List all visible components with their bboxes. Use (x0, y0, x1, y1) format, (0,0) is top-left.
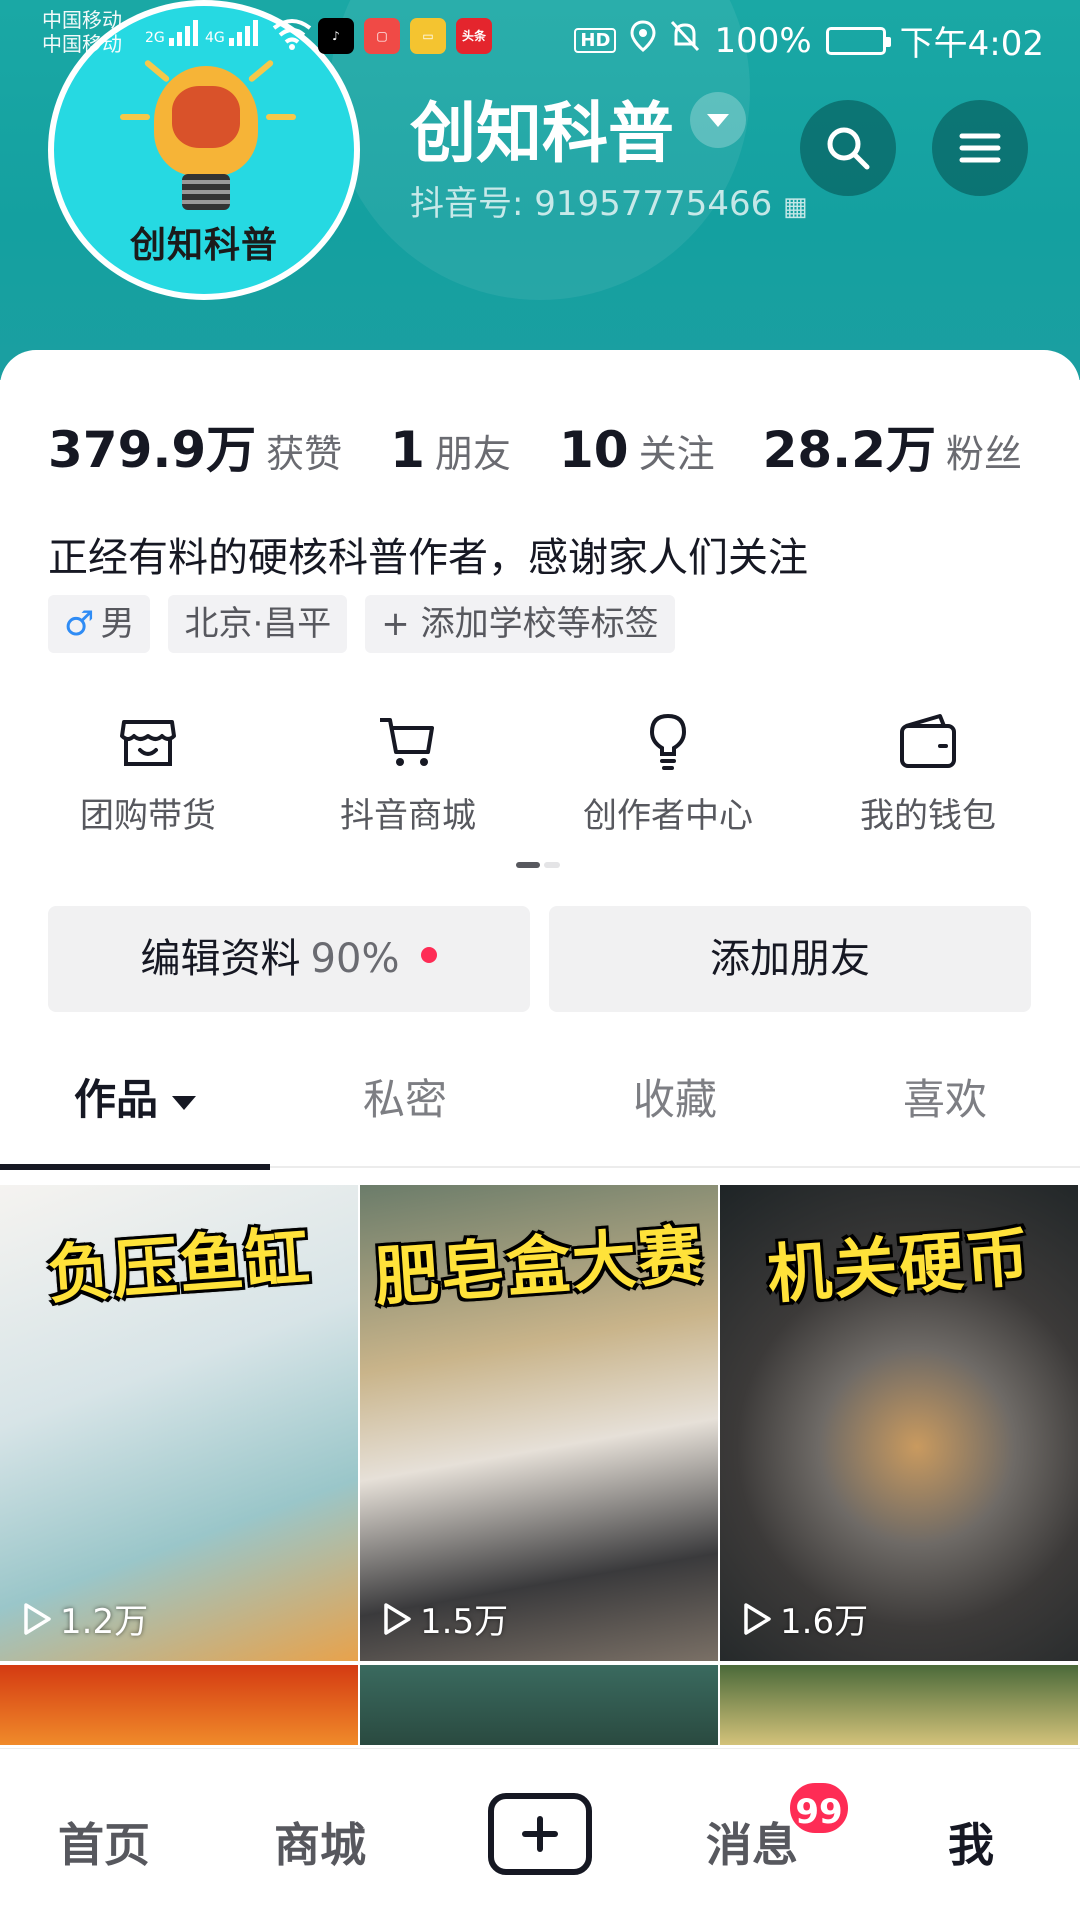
stats-row: 379.9万 获赞 1 朋友 10 关注 28.2万 粉丝 (48, 410, 1022, 482)
qr-code-icon[interactable]: ▦ (783, 192, 808, 222)
tab-likes[interactable]: 喜欢 (810, 1040, 1080, 1168)
vmall-icon: ▢ (364, 18, 400, 54)
carrier-labels: 中国移动 中国移动 (42, 8, 122, 56)
search-button[interactable] (800, 100, 896, 196)
status-right: HD 100% 下午4:02 (574, 16, 1044, 65)
page-indicator (516, 862, 564, 868)
friends-label[interactable]: 朋友 (435, 423, 511, 478)
gender-label: 男 (100, 604, 135, 644)
brain-icon (172, 86, 240, 148)
bottom-nav: 首页 商城 消息 99 我 (0, 1748, 1080, 1920)
play-icon (24, 1602, 51, 1635)
notification-dot (421, 947, 438, 963)
nav-mall[interactable]: 商城 (274, 1809, 366, 1875)
followers-count[interactable]: 28.2万 (763, 410, 936, 482)
account-switch-dropdown[interactable] (690, 92, 746, 148)
friends-count[interactable]: 1 (390, 421, 425, 479)
net-type-2: 4G (205, 30, 225, 46)
view-count: 1.6万 (742, 1594, 868, 1643)
view-count: 1.5万 (382, 1594, 508, 1643)
video-title: 机关硬币 (765, 1220, 1034, 1314)
male-icon: ♂ (64, 604, 95, 644)
nav-messages[interactable]: 消息 (706, 1809, 798, 1875)
status-bar: 中国移动 中国移动 2G 4G ♪ ▢ ▭ 头条 HD 100% 下午4:02 (0, 0, 1080, 78)
edit-profile-label: 编辑资料 (140, 936, 301, 982)
douyin-id[interactable]: 抖音号: 91957775466 ▦ (410, 176, 808, 225)
lightbulb-icon (649, 713, 687, 770)
clock: 下午4:02 (899, 24, 1044, 64)
toutiao-icon: 头条 (456, 18, 492, 54)
mute-icon (670, 20, 700, 61)
signal-icon: 2G (145, 20, 201, 46)
profile-name: 创知科普 (410, 95, 674, 172)
hd-icon: HD (574, 28, 617, 53)
video-thumbnail[interactable] (720, 1665, 1078, 1745)
search-icon (827, 127, 870, 170)
profile-completion: 90% (310, 936, 400, 982)
add-friend-button[interactable]: 添加朋友 (549, 906, 1031, 1012)
edit-profile-button[interactable]: 编辑资料 90% (48, 906, 530, 1012)
view-count-text: 1.5万 (420, 1602, 509, 1642)
storefront-icon (120, 720, 176, 766)
avatar-logo-text: 创知科普 (129, 225, 278, 266)
tiktok-icon: ♪ (318, 18, 354, 54)
following-count[interactable]: 10 (559, 421, 629, 479)
tab-private[interactable]: 私密 (270, 1040, 540, 1168)
likes-label[interactable]: 获赞 (266, 423, 342, 478)
quick-action-group-buy[interactable]: 团购带货 (18, 710, 278, 837)
battery-percent: 100% (714, 20, 812, 61)
play-icon (384, 1602, 411, 1635)
quick-action-wallet[interactable]: 我的钱包 (798, 710, 1058, 837)
files-icon: ▭ (410, 18, 446, 54)
hamburger-menu-icon (959, 133, 1001, 163)
video-thumbnail[interactable]: 负压鱼缸 1.2万 (0, 1185, 358, 1661)
location-icon (630, 20, 656, 61)
gender-tag[interactable]: ♂ 男 (48, 595, 151, 653)
location-tag[interactable]: 北京·昌平 (168, 595, 348, 653)
play-icon (744, 1602, 771, 1635)
video-grid: 负压鱼缸 1.2万 肥皂盒大赛 1.5万 机关硬币 1.6万 (0, 1185, 1080, 1745)
wallet-icon (900, 714, 956, 768)
wifi-icon (272, 18, 312, 58)
video-thumbnail[interactable] (360, 1665, 718, 1745)
net-type-1: 2G (145, 30, 165, 46)
video-title: 负压鱼缸 (45, 1220, 314, 1314)
quick-action-label: 我的钱包 (860, 796, 996, 836)
profile-tags: ♂ 男 北京·昌平 + 添加学校等标签 (48, 595, 675, 653)
video-title: 肥皂盒大赛 (372, 1218, 707, 1316)
quick-actions: 团购带货 抖音商城 创作者中心 我的钱包 (0, 710, 1080, 840)
quick-action-label: 创作者中心 (583, 796, 753, 836)
video-thumbnail[interactable]: 肥皂盒大赛 1.5万 (360, 1185, 718, 1661)
quick-action-label: 团购带货 (80, 796, 216, 836)
quick-action-label: 抖音商城 (340, 796, 476, 836)
view-count: 1.2万 (22, 1594, 148, 1643)
video-thumbnail[interactable] (0, 1665, 358, 1745)
likes-count[interactable]: 379.9万 (48, 410, 256, 482)
nav-home[interactable]: 首页 (58, 1809, 150, 1875)
nav-me[interactable]: 我 (948, 1809, 994, 1875)
quick-action-creator-center[interactable]: 创作者中心 (538, 710, 798, 837)
douyin-id-text: 抖音号: 91957775466 (410, 184, 773, 224)
chevron-down-icon (172, 1095, 196, 1110)
video-thumbnail[interactable]: 机关硬币 1.6万 (720, 1185, 1078, 1661)
carrier-1: 中国移动 (42, 8, 122, 32)
messages-badge: 99 (786, 1779, 852, 1837)
add-tag-button[interactable]: + 添加学校等标签 (365, 595, 675, 653)
profile-bio[interactable]: 正经有料的硬核科普作者，感谢家人们关注 (48, 525, 808, 583)
signal-icon-2: 4G (205, 20, 261, 46)
view-count-text: 1.6万 (780, 1602, 869, 1642)
quick-action-mall[interactable]: 抖音商城 (278, 710, 538, 837)
menu-button[interactable] (932, 100, 1028, 196)
following-label[interactable]: 关注 (639, 423, 715, 478)
create-post-button[interactable] (488, 1793, 592, 1875)
carrier-2: 中国移动 (42, 32, 122, 56)
tab-favorites[interactable]: 收藏 (540, 1040, 810, 1168)
tab-works[interactable]: 作品 (0, 1040, 270, 1170)
battery-icon (825, 26, 891, 55)
shopping-cart-icon (380, 718, 434, 766)
followers-label[interactable]: 粉丝 (946, 423, 1022, 478)
content-tabs: 作品 私密 收藏 喜欢 (0, 1040, 1080, 1170)
view-count-text: 1.2万 (60, 1602, 149, 1642)
tab-works-label: 作品 (73, 1075, 158, 1124)
